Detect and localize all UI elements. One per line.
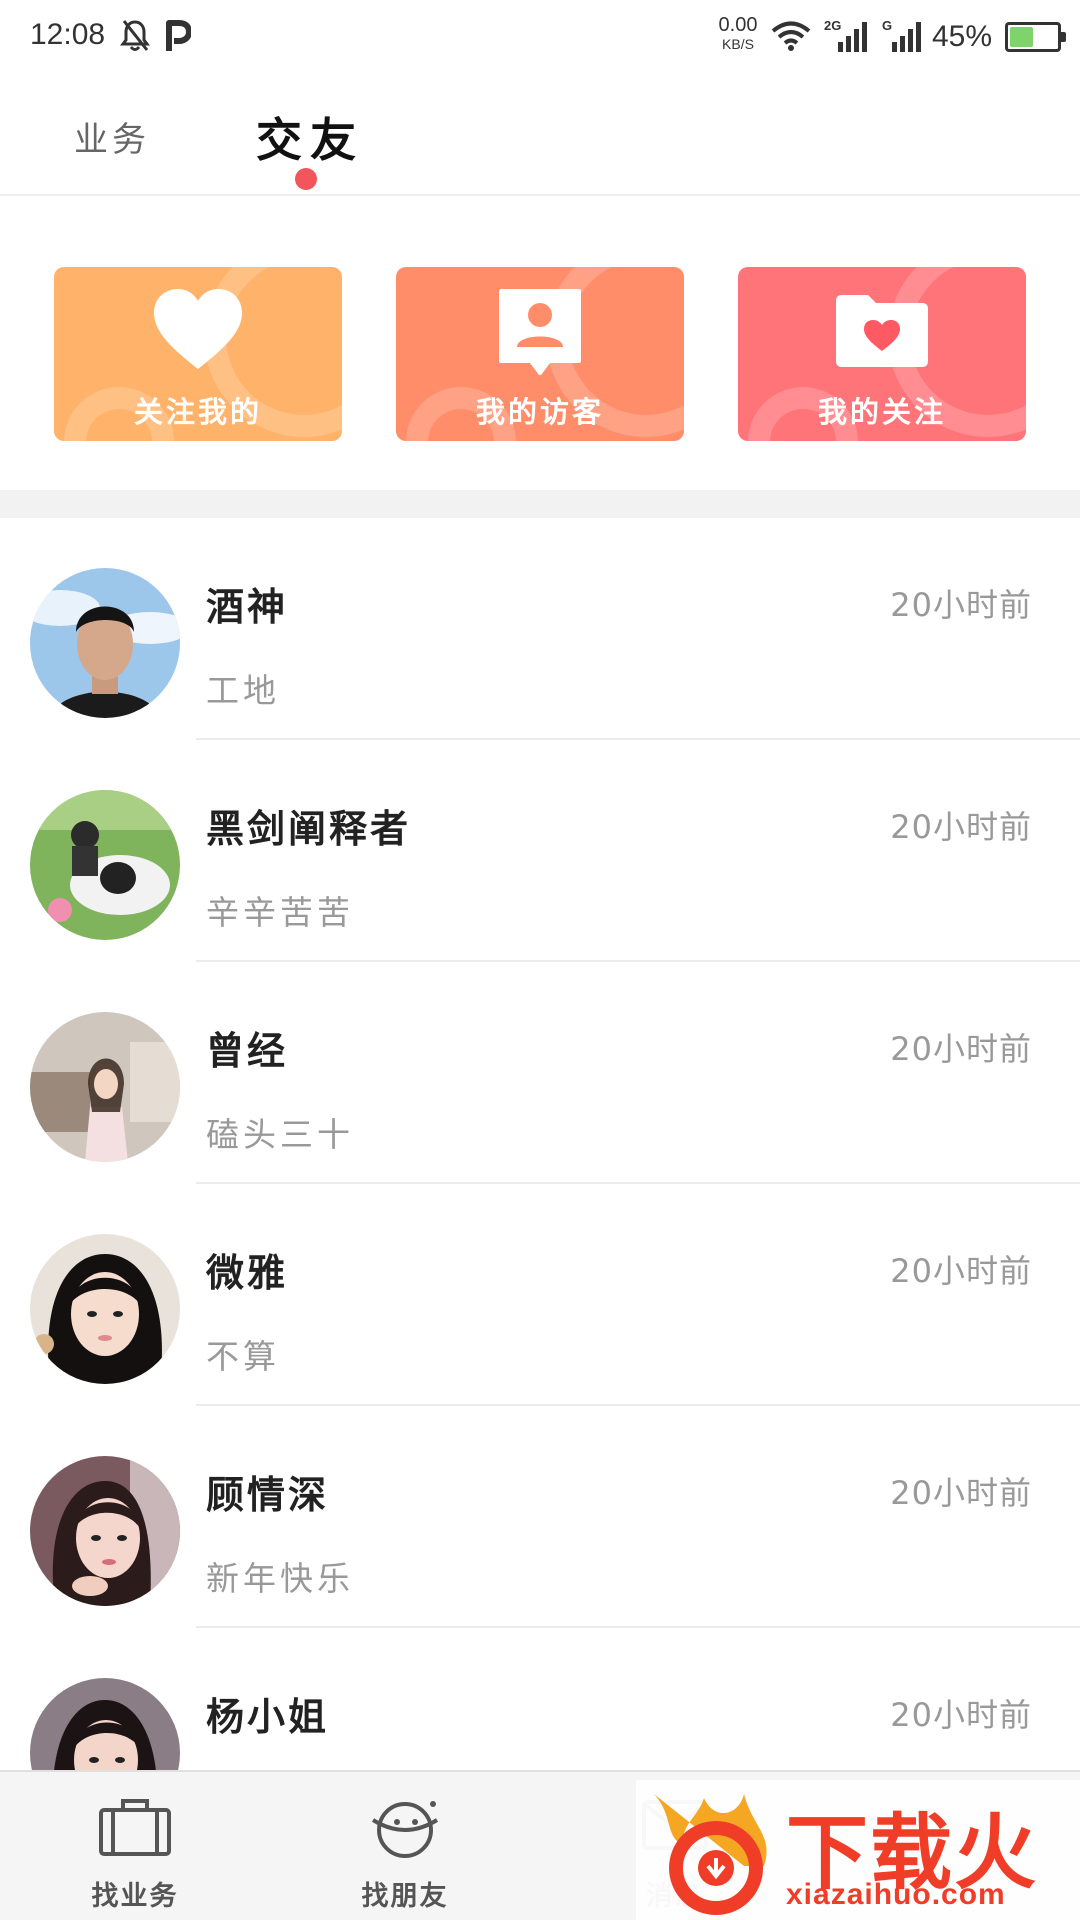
friend-message: 工地: [206, 671, 280, 710]
tab-business[interactable]: 业务: [74, 112, 150, 161]
visitor-icon: [495, 285, 585, 385]
card-following-label: 我的关注: [817, 395, 946, 429]
friend-name: 酒神: [206, 585, 289, 629]
list-item[interactable]: 微雅 20小时前 不算: [0, 1184, 1080, 1406]
network-speed: 0.00 KB/S: [718, 14, 758, 52]
avatar[interactable]: [30, 1678, 180, 1770]
status-time: 12:08: [30, 18, 106, 51]
friend-time: 20小时前: [890, 808, 1032, 846]
friend-message: 磕头三十: [206, 1115, 354, 1154]
watermark-url: xiazaihuo.com: [786, 1878, 1006, 1911]
friend-name: 曾经: [206, 1029, 289, 1073]
bell-off-icon: [120, 18, 150, 58]
nav-find-business[interactable]: 找业务: [25, 1772, 245, 1920]
friend-name: 杨小姐: [206, 1695, 330, 1739]
card-visitors-label: 我的访客: [475, 395, 604, 429]
card-following[interactable]: 我的关注: [738, 267, 1026, 441]
avatar[interactable]: [30, 1456, 180, 1606]
card-visitors[interactable]: 我的访客: [396, 267, 684, 441]
friend-name: 顾情深: [206, 1473, 330, 1517]
friend-message: 辛辛苦苦: [206, 893, 354, 932]
card-followers-label: 关注我的: [133, 395, 262, 429]
quick-cards: 关注我的 我的访客 我的关注: [0, 198, 1080, 490]
nav-find-business-label: 找业务: [91, 1881, 179, 1912]
battery-icon: [1005, 22, 1066, 52]
top-tabs: 业务 交友: [0, 76, 1080, 196]
friend-list: 酒神 20小时前 工地 黑剑阐释者 20小时前 辛辛苦苦 曾经 20小时前 磕头…: [0, 518, 1080, 1770]
svg-text:2G: 2G: [824, 18, 841, 33]
nav-find-friends[interactable]: 找朋友: [295, 1772, 515, 1920]
planet-icon: [367, 1796, 443, 1866]
signal-2g-icon: 2G: [824, 18, 874, 58]
status-bar: 12:08 0.00 KB/S 2G G 45%: [0, 0, 1080, 76]
signal-g-icon: G: [882, 18, 928, 58]
friend-message: 新年快乐: [206, 1559, 354, 1598]
wifi-icon: [770, 20, 812, 56]
avatar[interactable]: [30, 790, 180, 940]
briefcase-icon: [97, 1796, 173, 1862]
avatar[interactable]: [30, 1012, 180, 1162]
card-followers[interactable]: 关注我的: [54, 267, 342, 441]
section-divider: [0, 490, 1080, 518]
active-tab-indicator: [295, 168, 317, 190]
parking-app-icon: [165, 18, 192, 58]
list-item[interactable]: 黑剑阐释者 20小时前 辛辛苦苦: [0, 740, 1080, 962]
friend-name: 微雅: [206, 1251, 289, 1295]
battery-percent: 45%: [932, 20, 993, 53]
folder-heart-icon: [832, 291, 932, 375]
watermark: 下载火 xiazaihuo.com: [636, 1780, 1080, 1920]
svg-text:G: G: [882, 18, 892, 33]
flame-logo-icon: [644, 1786, 784, 1920]
friend-name: 黑剑阐释者: [206, 807, 412, 851]
avatar[interactable]: [30, 1234, 180, 1384]
friend-time: 20小时前: [890, 1474, 1032, 1512]
list-item[interactable]: 杨小姐 20小时前: [0, 1628, 1080, 1770]
friend-time: 20小时前: [890, 1252, 1032, 1290]
friend-time: 20小时前: [890, 586, 1032, 624]
list-item[interactable]: 曾经 20小时前 磕头三十: [0, 962, 1080, 1184]
friend-message: 不算: [206, 1337, 280, 1376]
friend-time: 20小时前: [890, 1030, 1032, 1068]
nav-find-friends-label: 找朋友: [361, 1881, 449, 1912]
friend-time: 20小时前: [890, 1696, 1032, 1734]
list-item[interactable]: 酒神 20小时前 工地: [0, 518, 1080, 740]
tab-friends[interactable]: 交友: [256, 104, 364, 170]
heart-icon: [150, 285, 246, 375]
list-item[interactable]: 顾情深 20小时前 新年快乐: [0, 1406, 1080, 1628]
avatar[interactable]: [30, 568, 180, 718]
